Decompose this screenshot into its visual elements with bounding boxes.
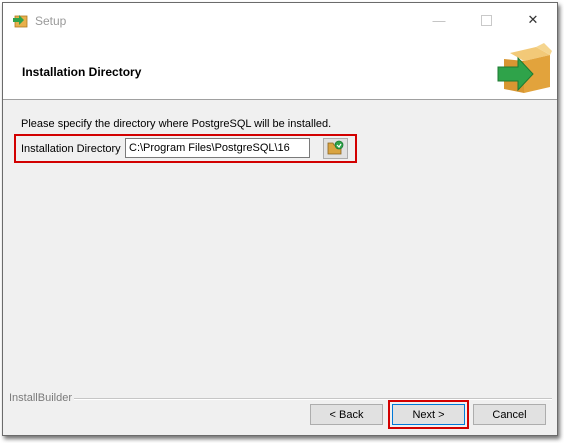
minimize-button[interactable]: — [422,7,456,33]
page-header: Installation Directory [3,37,557,100]
next-button[interactable]: Next > [392,404,465,425]
footer-divider [74,398,552,400]
close-button[interactable]: ✕ [516,7,550,33]
title-bar: Setup — ✕ [3,3,557,37]
directory-label: Installation Directory [21,143,121,155]
setup-app-icon [12,12,28,28]
cancel-button[interactable]: Cancel [473,404,546,425]
back-button[interactable]: < Back [310,404,383,425]
browse-folder-button[interactable] [323,138,348,159]
minimize-icon: — [432,12,446,28]
installation-directory-input[interactable] [125,138,310,158]
folder-browse-icon [327,140,344,158]
window-title: Setup [35,14,67,28]
directory-description: Please specify the directory where Postg… [21,118,332,130]
maximize-button[interactable] [469,7,503,33]
setup-window: Setup — ✕ Installation Directory Please … [2,2,558,436]
close-icon: ✕ [527,12,539,27]
package-arrow-icon [496,43,552,95]
page-title: Installation Directory [22,65,142,79]
maximize-icon [480,14,492,26]
installbuilder-brand: InstallBuilder [9,392,72,404]
